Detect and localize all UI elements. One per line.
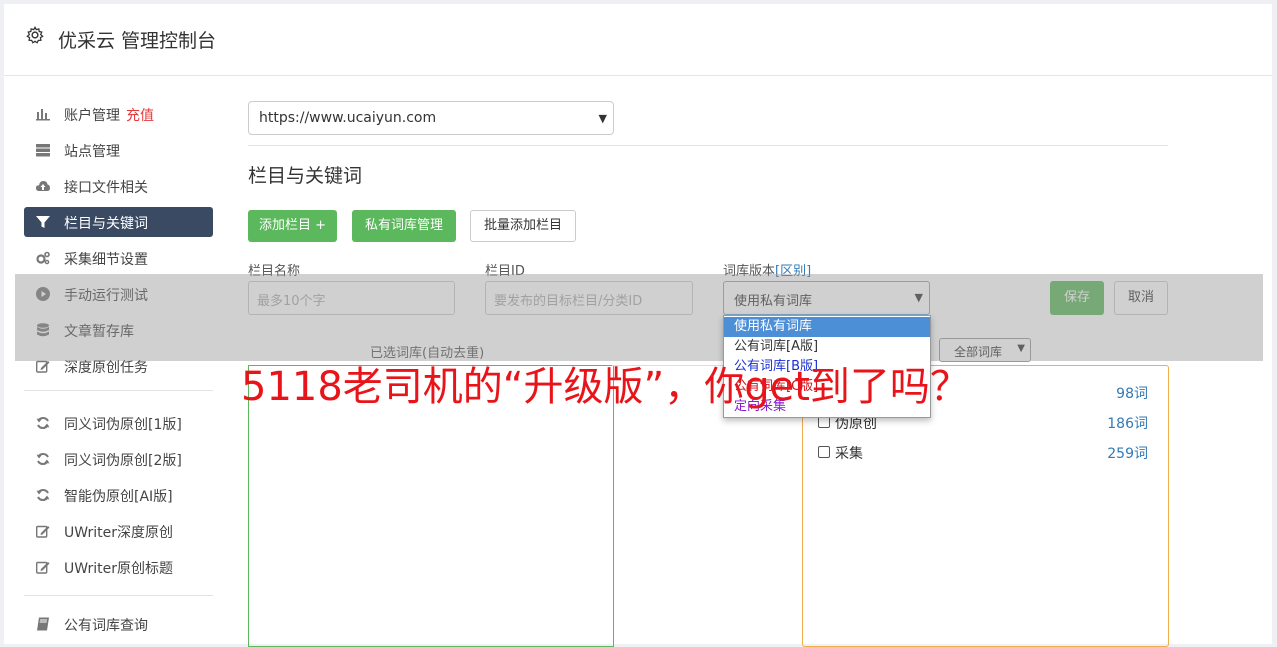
filter-icon <box>36 216 50 228</box>
sidebar-divider <box>24 595 213 596</box>
library-checkbox[interactable] <box>818 446 830 458</box>
sidebar-item-label: 采集细节设置 <box>64 252 148 268</box>
edit-icon <box>36 561 50 574</box>
sidebar-item-synonym-v1[interactable]: 同义词伪原创[1版] <box>24 408 213 438</box>
sidebar-item-label: 站点管理 <box>64 144 120 160</box>
library-count: 186词 <box>1107 416 1148 432</box>
sidebar-item-label: UWriter原创标题 <box>64 561 173 577</box>
edit-icon <box>36 525 50 538</box>
recharge-link[interactable]: 充值 <box>126 108 154 124</box>
sidebar-item-label: 公有词库查询 <box>64 618 148 634</box>
section-title: 栏目与关键词 <box>248 165 363 187</box>
sidebar-item-collect-settings[interactable]: 采集细节设置 <box>24 243 213 273</box>
library-name: 采集 <box>835 446 863 462</box>
sidebar-item-ai-rewrite[interactable]: 智能伪原创[AI版] <box>24 480 213 510</box>
bar-chart-icon <box>36 109 50 121</box>
refresh-icon <box>36 453 50 465</box>
sidebar-item-account[interactable]: 账户管理 充值 <box>24 99 213 129</box>
sidebar-item-public-lib-query[interactable]: 公有词库查询 <box>24 609 213 639</box>
sidebar-item-label: 同义词伪原创[1版] <box>64 417 182 433</box>
sidebar-item-label: 账户管理 <box>64 108 120 124</box>
site-select-value: https://www.ucaiyun.com <box>259 110 437 126</box>
refresh-icon <box>36 489 50 501</box>
overlay-caption: 5118老司机的“升级版”，你get到了吗？ <box>241 364 970 410</box>
sidebar-item-sites[interactable]: 站点管理 <box>24 135 213 165</box>
sidebar-item-label: 智能伪原创[AI版] <box>64 489 173 505</box>
sidebar-item-synonym-v2[interactable]: 同义词伪原创[2版] <box>24 444 213 474</box>
private-lib-button[interactable]: 私有词库管理 <box>352 210 456 242</box>
cogs-icon <box>36 251 50 265</box>
batch-add-column-button[interactable]: 批量添加栏目 <box>470 210 576 242</box>
server-icon <box>36 144 50 157</box>
app-title: 优采云 管理控制台 <box>58 30 217 52</box>
add-column-button[interactable]: 添加栏目 + <box>248 210 337 242</box>
sidebar-item-label: 栏目与关键词 <box>64 216 148 232</box>
sidebar-item-api-files[interactable]: 接口文件相关 <box>24 171 213 201</box>
divider <box>248 145 1168 146</box>
overlay-band <box>15 274 1263 361</box>
gear-icon <box>26 26 44 44</box>
library-count: 259词 <box>1107 446 1148 462</box>
sidebar-item-label: 同义词伪原创[2版] <box>64 453 182 469</box>
sidebar-item-uwriter-title[interactable]: UWriter原创标题 <box>24 552 213 582</box>
sidebar-divider <box>24 390 213 391</box>
sidebar-item-label: 接口文件相关 <box>64 180 148 196</box>
dropdown-option[interactable]: 使用私有词库 <box>724 317 930 337</box>
sidebar-item-uwriter-deep[interactable]: UWriter深度原创 <box>24 516 213 546</box>
book-icon <box>37 617 49 631</box>
refresh-icon <box>36 417 50 429</box>
library-count: 98词 <box>1116 386 1148 402</box>
cloud-upload-icon <box>36 181 50 191</box>
edit-icon <box>36 360 50 373</box>
chevron-down-icon: ▼ <box>598 112 607 125</box>
site-select[interactable]: https://www.ucaiyun.com ▼ <box>248 101 614 135</box>
top-bar: 优采云 管理控制台 <box>4 4 1272 76</box>
sidebar-item-label: UWriter深度原创 <box>64 525 173 541</box>
sidebar-item-columns-keywords[interactable]: 栏目与关键词 <box>24 207 213 237</box>
